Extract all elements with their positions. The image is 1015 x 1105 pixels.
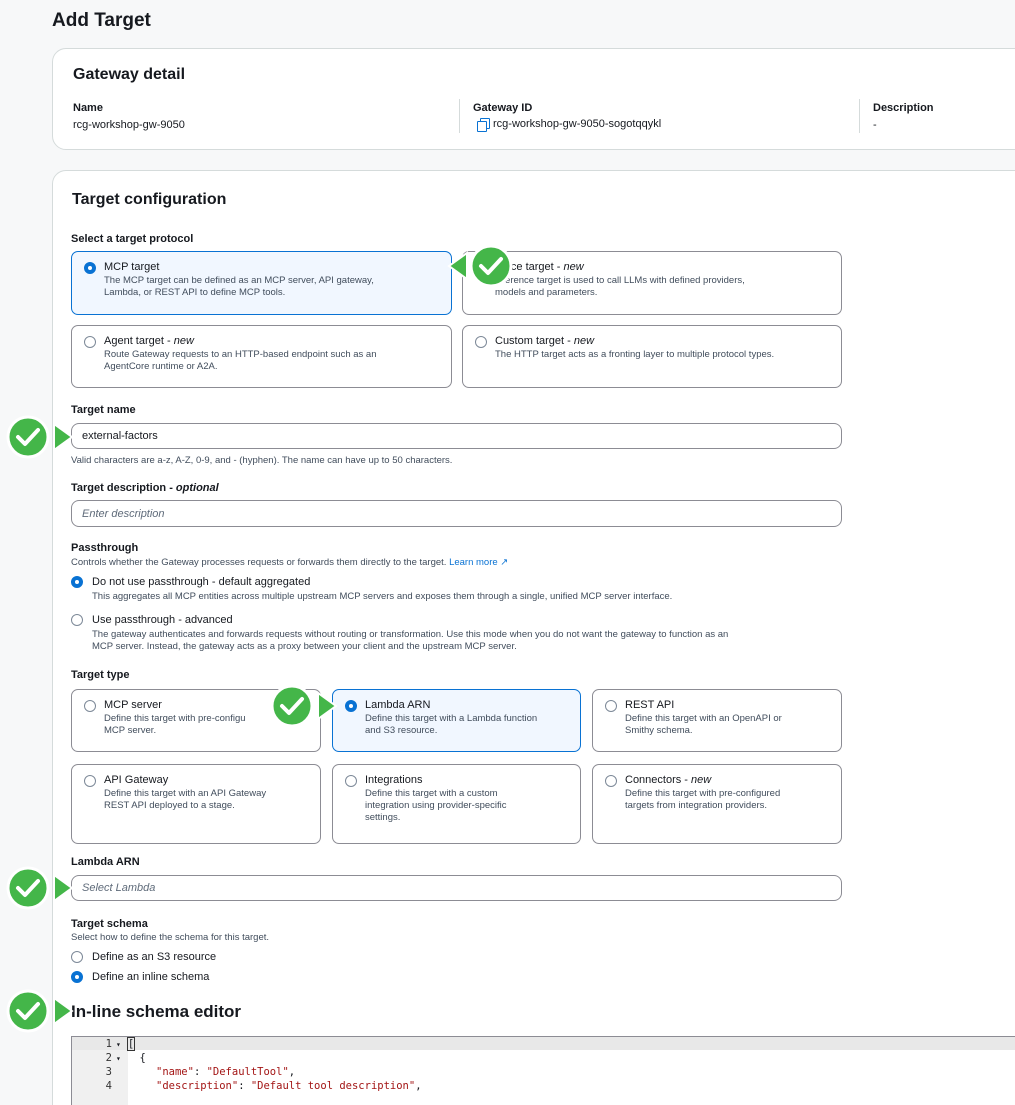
radio-selected-icon[interactable] xyxy=(71,971,83,983)
tile-title: Custom target - new xyxy=(495,335,595,347)
tile-desc: Define this target with pre-configured ta… xyxy=(625,788,781,811)
radio-icon[interactable] xyxy=(84,700,96,712)
radio-icon[interactable] xyxy=(605,775,617,787)
lambda-arn-select[interactable]: Select Lambda xyxy=(71,875,842,901)
external-link-icon: ↗ xyxy=(497,557,509,568)
gateway-name-value: rcg-workshop-gw-9050 xyxy=(73,119,185,131)
target-schema-label: Target schema xyxy=(71,918,148,930)
code-line: 2 ▾ { xyxy=(105,1052,146,1064)
gateway-detail-panel: Gateway detail Name rcg-workshop-gw-9050… xyxy=(52,48,1015,150)
description-label: Description xyxy=(873,102,934,114)
target-type-integrations[interactable]: Integrations Define this target with a c… xyxy=(332,764,581,844)
protocol-tile-custom-target[interactable]: Custom target - new The HTTP target acts… xyxy=(462,325,842,388)
gateway-id-label: Gateway ID xyxy=(473,102,533,114)
passthrough-option-default[interactable]: Do not use passthrough - default aggrega… xyxy=(92,576,310,588)
tile-desc: Define this target with an OpenAPI or Smi… xyxy=(625,713,782,736)
passthrough-option-default-desc: This aggregates all MCP entities across … xyxy=(92,591,673,602)
target-configuration-heading: Target configuration xyxy=(72,191,227,208)
tile-title: MCP target xyxy=(104,261,160,273)
check-annotation-icon xyxy=(6,866,74,910)
target-type-lambda-arn[interactable]: Lambda ARN Define this target with a Lam… xyxy=(332,689,581,752)
radio-selected-icon[interactable] xyxy=(71,576,83,588)
tile-desc: Define this target with pre-configu MCP s… xyxy=(104,713,246,736)
tile-desc: Define this target with an API Gateway RE… xyxy=(104,788,267,811)
gateway-detail-heading: Gateway detail xyxy=(73,66,186,83)
radio-icon[interactable] xyxy=(84,336,96,348)
schema-option-s3[interactable]: Define as an S3 resource xyxy=(92,951,216,963)
passthrough-hint: Controls whether the Gateway processes r… xyxy=(71,557,509,568)
tile-title: Agent target - new xyxy=(104,335,194,347)
tile-title: Lambda ARN xyxy=(365,699,431,711)
radio-icon[interactable] xyxy=(84,775,96,787)
tile-title: Connectors - new xyxy=(625,774,712,786)
code-line: 3 "name": "DefaultTool", xyxy=(105,1066,296,1078)
gateway-id-text: rcg-workshop-gw-9050-sogotqqykl xyxy=(493,118,662,130)
target-name-input[interactable]: external-factors xyxy=(71,423,842,449)
learn-more-link[interactable]: Learn more xyxy=(449,557,498,568)
tile-title: API Gateway xyxy=(104,774,169,786)
schema-option-inline[interactable]: Define an inline schema xyxy=(92,971,209,983)
check-annotation-icon xyxy=(447,244,513,288)
target-description-textarea[interactable]: Enter description xyxy=(71,500,842,527)
target-type-label: Target type xyxy=(71,669,130,681)
radio-icon[interactable] xyxy=(345,775,357,787)
radio-selected-icon[interactable] xyxy=(84,262,96,274)
passthrough-option-advanced-desc: The gateway authenticates and forwards r… xyxy=(92,629,729,652)
passthrough-option-advanced[interactable]: Use passthrough - advanced xyxy=(92,614,233,626)
description-value: - xyxy=(873,119,877,131)
divider xyxy=(859,99,860,133)
protocol-tile-mcp-target[interactable]: MCP target The MCP target can be defined… xyxy=(71,251,452,315)
radio-selected-icon[interactable] xyxy=(345,700,357,712)
page-title: Add Target xyxy=(52,10,151,31)
code-line: 1 ▾[ xyxy=(105,1037,136,1051)
radio-icon[interactable] xyxy=(71,951,83,963)
radio-icon[interactable] xyxy=(71,614,83,626)
check-annotation-icon xyxy=(6,989,74,1033)
code-line: 4 "description": "Default tool descriptio… xyxy=(105,1080,422,1092)
copy-icon[interactable] xyxy=(477,118,490,133)
tile-title: Integrations xyxy=(365,774,423,786)
tile-desc: Define this target with a Lambda functio… xyxy=(365,713,538,736)
tile-title: MCP server xyxy=(104,699,162,711)
schema-editor-heading: In-line schema editor xyxy=(71,1002,242,1021)
check-annotation-icon xyxy=(270,684,338,728)
target-type-api-gateway[interactable]: API Gateway Define this target with an A… xyxy=(71,764,321,844)
target-schema-hint: Select how to define the schema for this… xyxy=(71,932,270,943)
protocol-label: Select a target protocol xyxy=(71,233,194,245)
target-description-label: Target description - optional xyxy=(71,482,219,494)
tile-desc: The MCP target can be defined as an MCP … xyxy=(104,275,374,298)
divider xyxy=(459,99,460,133)
protocol-tile-agent-target[interactable]: Agent target - new Route Gateway request… xyxy=(71,325,452,388)
check-annotation-icon xyxy=(6,415,74,459)
target-name-label: Target name xyxy=(71,404,136,416)
active-line-highlight xyxy=(72,1037,1015,1050)
target-type-connectors[interactable]: Connectors - new Define this target with… xyxy=(592,764,842,844)
gateway-name-label: Name xyxy=(73,102,103,114)
protocol-tile-inference-target[interactable]: rence target - new inference target is u… xyxy=(462,251,842,315)
tile-desc: Define this target with a custom integrat… xyxy=(365,788,507,823)
gateway-id-value: rcg-workshop-gw-9050-sogotqqykl xyxy=(477,118,662,133)
tile-desc: The HTTP target acts as a fronting layer… xyxy=(495,349,775,360)
lambda-arn-label: Lambda ARN xyxy=(71,856,140,868)
radio-icon[interactable] xyxy=(605,700,617,712)
tile-desc: Route Gateway requests to an HTTP-based … xyxy=(104,349,377,372)
passthrough-label: Passthrough xyxy=(71,542,139,554)
target-type-rest-api[interactable]: REST API Define this target with an Open… xyxy=(592,689,842,752)
tile-title: REST API xyxy=(625,699,675,711)
tile-desc: inference target is used to call LLMs wi… xyxy=(495,275,745,298)
target-name-hint: Valid characters are a-z, A-Z, 0-9, and … xyxy=(71,455,453,466)
radio-icon[interactable] xyxy=(475,336,487,348)
schema-code-editor[interactable]: 1 ▾[ 2 ▾ { 3 "name": "DefaultTool", 4 "descr… xyxy=(71,1036,1015,1105)
